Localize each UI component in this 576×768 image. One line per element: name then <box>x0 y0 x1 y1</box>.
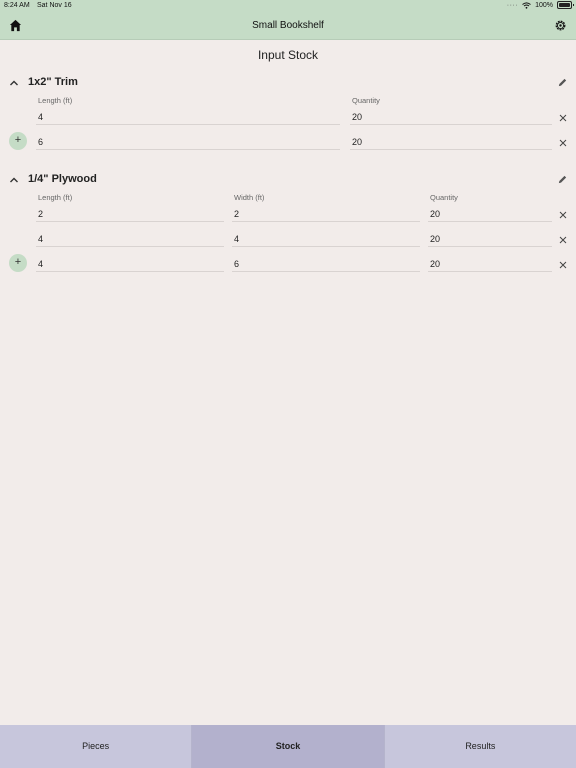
length-field[interactable]: 4 <box>36 258 224 272</box>
width-field[interactable]: 6 <box>232 258 420 272</box>
length-field[interactable]: 2 <box>36 208 224 222</box>
length-field[interactable]: 4 <box>36 111 340 125</box>
add-row-button[interactable]: + <box>9 132 27 150</box>
signal-dots-icon: ···· <box>506 1 519 9</box>
tab-bar: Pieces Stock Results <box>0 725 576 768</box>
quantity-field[interactable]: 20 <box>428 233 552 247</box>
pencil-icon[interactable] <box>557 77 568 88</box>
chevron-up-icon[interactable] <box>8 174 20 186</box>
column-label-width: Width (ft) <box>234 193 265 202</box>
tab-stock[interactable]: Stock <box>192 725 385 768</box>
quantity-field[interactable]: 20 <box>428 208 552 222</box>
add-row-button[interactable]: + <box>9 254 27 272</box>
battery-percent: 100% <box>535 1 553 9</box>
pencil-icon[interactable] <box>557 174 568 185</box>
page-title: Input Stock <box>257 48 319 62</box>
navigation-bar: Small Bookshelf <box>0 12 576 40</box>
length-field[interactable]: 6 <box>36 136 340 150</box>
column-label-quantity: Quantity <box>430 193 458 202</box>
nav-title: Small Bookshelf <box>252 20 324 31</box>
quantity-field[interactable]: 20 <box>350 136 552 150</box>
tab-pieces[interactable]: Pieces <box>0 725 193 768</box>
tab-results[interactable]: Results <box>384 725 576 768</box>
width-field[interactable]: 4 <box>232 233 420 247</box>
width-field[interactable]: 2 <box>232 208 420 222</box>
status-bar: 8:24 AM Sat Nov 16 ···· 100% <box>0 0 576 12</box>
close-icon[interactable] <box>559 261 567 269</box>
wifi-icon <box>522 1 531 9</box>
close-icon[interactable] <box>559 139 567 147</box>
group-name: 1/4" Plywood <box>28 173 97 185</box>
battery-icon <box>557 1 574 9</box>
group-header-trim: 1x2" Trim <box>0 74 576 92</box>
column-label-length: Length (ft) <box>38 193 73 202</box>
status-time: 8:24 AM <box>4 2 30 9</box>
close-icon[interactable] <box>559 114 567 122</box>
close-icon[interactable] <box>559 236 567 244</box>
group-header-plywood: 1/4" Plywood <box>0 171 576 189</box>
group-name: 1x2" Trim <box>28 76 78 88</box>
length-field[interactable]: 4 <box>36 233 224 247</box>
settings-icon[interactable] <box>554 19 567 32</box>
column-label-quantity: Quantity <box>352 96 380 105</box>
quantity-field[interactable]: 20 <box>428 258 552 272</box>
quantity-field[interactable]: 20 <box>350 111 552 125</box>
column-label-length: Length (ft) <box>38 96 73 105</box>
close-icon[interactable] <box>559 211 567 219</box>
status-right: ···· 100% <box>506 1 574 9</box>
chevron-up-icon[interactable] <box>8 77 20 89</box>
status-date: Sat Nov 16 <box>37 2 72 9</box>
